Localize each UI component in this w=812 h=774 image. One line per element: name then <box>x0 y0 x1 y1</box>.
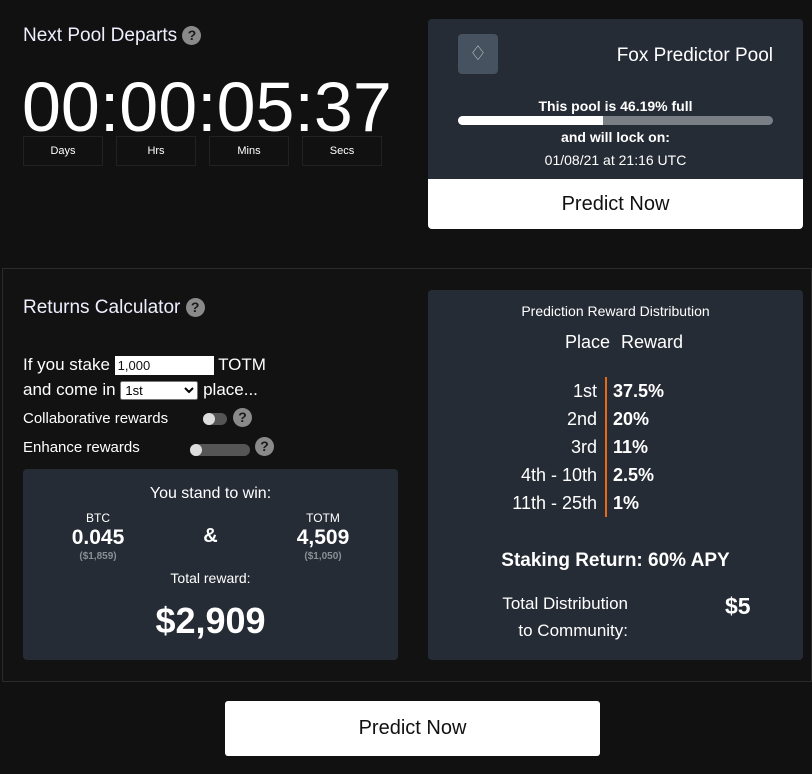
collab-label: Collaborative rewards <box>23 410 169 427</box>
enhance-slider[interactable] <box>190 444 250 456</box>
pool-name: Fox Predictor Pool <box>616 45 773 66</box>
totm-value: 4,509 <box>296 526 350 549</box>
reward-cell: 1% <box>605 489 639 517</box>
calculator-title: Returns Calculator ? <box>23 297 205 319</box>
totm-label: TOTM <box>306 511 340 525</box>
fox-logo-icon: ♢ <box>458 34 498 74</box>
totm-usd: ($1,050) <box>304 551 342 562</box>
place-cell: 2nd <box>566 409 597 429</box>
bottom-predict-now-button[interactable]: Predict Now <box>225 701 600 756</box>
distribution-row: 4th - 10th 2.5% <box>478 461 664 489</box>
help-icon[interactable]: ? <box>182 26 202 46</box>
pool-progress-fill <box>458 116 604 125</box>
place-cell: 1st <box>572 381 597 401</box>
total-distribution-label: Total Distribution to Community: <box>468 590 628 644</box>
reward-cell: 37.5% <box>605 377 664 405</box>
place-select[interactable]: 1st <box>120 381 199 401</box>
countdown-title-text: Next Pool Departs <box>23 25 178 46</box>
lock-date: 01/08/21 at 21:16 UTC <box>544 152 687 168</box>
stake-input[interactable] <box>114 356 214 376</box>
total-distribution-label-1: Total Distribution <box>502 594 628 613</box>
reward-cell: 11% <box>605 433 648 461</box>
place-cell: 11th - 25th <box>512 493 597 513</box>
countdown-title: Next Pool Departs ? <box>23 25 202 47</box>
total-reward-label: Total reward: <box>170 570 251 586</box>
reward-cell: 20% <box>605 405 649 433</box>
stake-line: If you stake TOTM <box>23 355 266 376</box>
help-icon[interactable]: ? <box>255 437 274 456</box>
distribution-table: 1st 37.5% 2nd 20% 3rd 11% 4th - 10th 2.5% 11th -… <box>478 377 664 517</box>
pool-fill-text: This pool is 46.19% full <box>538 98 693 114</box>
distribution-title: Prediction Reward Distribution <box>521 303 710 319</box>
toggle-knob <box>203 413 215 425</box>
staking-return: Staking Return: 60% APY <box>501 550 730 571</box>
win-title: You stand to win: <box>149 485 272 502</box>
btc-usd: ($1,859) <box>79 551 117 562</box>
col-reward: Reward <box>621 332 684 352</box>
slider-knob <box>190 444 202 456</box>
enhance-label: Enhance rewards <box>23 439 140 456</box>
lock-text: and will lock on: <box>561 129 670 145</box>
calculator-title-text: Returns Calculator <box>23 297 181 318</box>
place-prefix: and come in <box>23 380 116 399</box>
distribution-card: Prediction Reward Distribution Place Rew… <box>428 290 803 660</box>
win-card: You stand to win: BTC 0.045 ($1,859) & T… <box>23 469 398 660</box>
btc-label: BTC <box>86 511 110 525</box>
place-line: and come in 1st place... <box>23 380 258 401</box>
total-reward-value: $2,909 <box>155 600 266 641</box>
countdown-timer: 00:00:05:37 <box>22 68 392 146</box>
place-suffix: place... <box>203 380 258 399</box>
col-place: Place <box>565 332 611 352</box>
pool-progress-bar <box>458 116 773 125</box>
stake-prefix: If you stake <box>23 355 110 374</box>
unit-hrs: Hrs <box>116 136 196 166</box>
collab-toggle[interactable] <box>203 413 227 425</box>
total-distribution-value: $5 <box>725 593 751 619</box>
unit-secs: Secs <box>302 136 382 166</box>
distribution-row: 2nd 20% <box>478 405 664 433</box>
place-cell: 3rd <box>570 437 597 457</box>
unit-days: Days <box>23 136 103 166</box>
predict-now-button[interactable]: Predict Now <box>428 179 803 229</box>
unit-mins: Mins <box>209 136 289 166</box>
stake-unit: TOTM <box>218 355 266 374</box>
distribution-row: 11th - 25th 1% <box>478 489 664 517</box>
distribution-row: 1st 37.5% <box>478 377 664 405</box>
distribution-row: 3rd 11% <box>478 433 664 461</box>
help-icon[interactable]: ? <box>185 298 205 318</box>
reward-cell: 2.5% <box>605 461 654 489</box>
total-distribution-label-2: to Community: <box>518 621 628 640</box>
help-icon[interactable]: ? <box>233 408 252 427</box>
place-cell: 4th - 10th <box>520 465 597 485</box>
